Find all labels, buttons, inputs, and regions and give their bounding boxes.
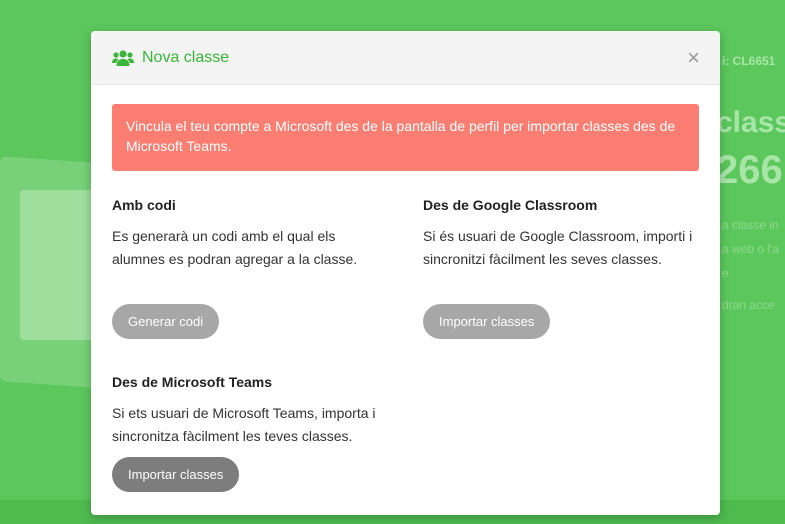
users-icon bbox=[112, 49, 134, 67]
background-text-line: e bbox=[722, 266, 729, 280]
section-code-description: Es generarà un codi amb el qual els alum… bbox=[112, 228, 358, 267]
section-google-classroom: Des de Google Classroom Si és usuari de … bbox=[423, 197, 703, 271]
section-microsoft-teams: Des de Microsoft Teams Si ets usuari de … bbox=[112, 374, 392, 448]
import-teams-classes-button[interactable]: Importar classes bbox=[112, 457, 240, 492]
section-teams-heading: Des de Microsoft Teams bbox=[112, 374, 273, 390]
page: i: CL6651 classe 266 a classe in a web o… bbox=[0, 0, 785, 524]
section-google-heading: Des de Google Classroom bbox=[423, 197, 598, 213]
section-google-description: Si és usuari de Google Classroom, import… bbox=[423, 228, 693, 267]
background-text-line: a classe in bbox=[722, 218, 779, 232]
generate-code-button[interactable]: Generar codi bbox=[112, 304, 220, 339]
microsoft-link-alert: Vincula el teu compte a Microsoft des de… bbox=[112, 104, 699, 171]
background-text-line: a web o l'a bbox=[722, 242, 779, 256]
background-text-line: dran acce bbox=[722, 298, 775, 312]
background-heading: classe bbox=[716, 106, 785, 139]
modal-header: Nova classe × bbox=[91, 31, 720, 85]
new-class-modal: Nova classe × Vincula el teu compte a Mi… bbox=[91, 31, 720, 515]
modal-title: Nova classe bbox=[142, 48, 230, 66]
background-class-code: i: CL6651 bbox=[722, 54, 776, 68]
background-number: 266 bbox=[716, 148, 783, 192]
section-code-heading: Amb codi bbox=[112, 197, 176, 213]
import-google-classes-button[interactable]: Importar classes bbox=[423, 304, 551, 339]
section-code: Amb codi Es generarà un codi amb el qual… bbox=[112, 197, 392, 271]
background-illustration-screen bbox=[20, 190, 100, 340]
section-teams-description: Si ets usuari de Microsoft Teams, import… bbox=[112, 405, 376, 444]
close-icon[interactable]: × bbox=[687, 46, 700, 69]
